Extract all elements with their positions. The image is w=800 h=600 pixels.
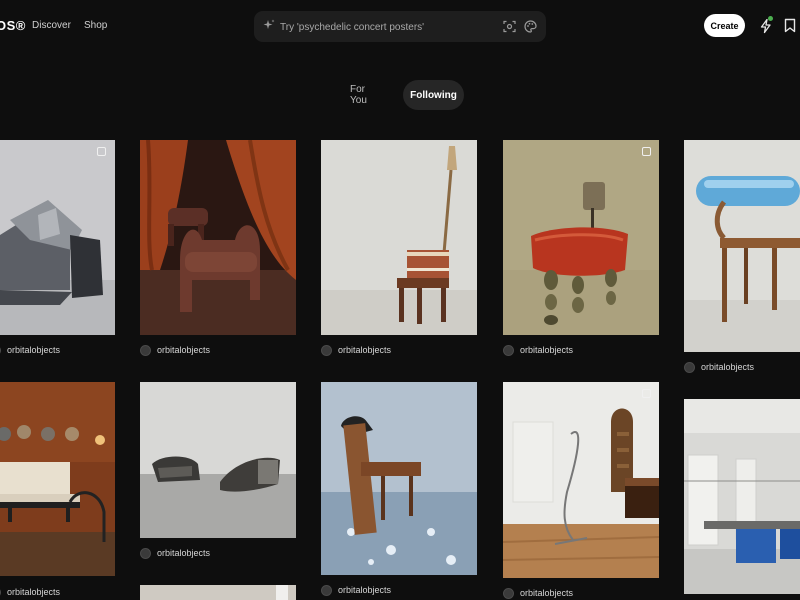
feed-card[interactable]: orbitalobjects — [321, 382, 477, 600]
top-bar: OS® Discover Shop Create — [0, 0, 800, 52]
palette-icon[interactable] — [524, 20, 537, 33]
feed-tabs: For You Following — [0, 80, 800, 110]
avatar — [321, 344, 332, 356]
search-input[interactable] — [278, 17, 492, 37]
card-author[interactable]: orbitalobjects — [140, 546, 210, 560]
author-name: orbitalobjects — [520, 588, 574, 598]
author-name: orbitalobjects — [701, 362, 755, 372]
activity-button[interactable] — [758, 16, 774, 34]
author-name: orbitalobjects — [7, 587, 61, 597]
card-author[interactable]: orbitalobjects — [0, 585, 60, 599]
card-author[interactable]: orbitalobjects — [321, 343, 391, 357]
author-name: orbitalobjects — [7, 345, 61, 355]
tab-for-you[interactable]: For You — [340, 80, 392, 110]
bookmark-icon[interactable] — [784, 18, 796, 33]
card-image[interactable] — [503, 140, 659, 335]
author-name: orbitalobjects — [157, 548, 211, 558]
card-image[interactable] — [140, 382, 296, 538]
card-image[interactable] — [140, 140, 296, 335]
camera-search-icon[interactable] — [503, 20, 516, 33]
card-image[interactable] — [503, 382, 659, 578]
logo[interactable]: OS® — [0, 18, 26, 33]
card-image[interactable] — [321, 140, 477, 335]
card-author[interactable]: orbitalobjects — [503, 586, 573, 600]
sparkle-icon — [263, 19, 275, 29]
tab-following[interactable]: Following — [403, 80, 464, 110]
feed-card[interactable]: orbitalobjects — [140, 140, 296, 365]
card-author[interactable]: orbitalobjects — [503, 343, 573, 357]
avatar — [140, 547, 151, 559]
feed-card[interactable] — [684, 399, 800, 594]
avatar — [140, 344, 151, 356]
card-author[interactable]: orbitalobjects — [684, 360, 754, 374]
feed-card[interactable]: orbitalobjects — [0, 140, 115, 365]
notification-dot — [768, 16, 773, 21]
feed-card[interactable]: orbitalobjects — [321, 140, 477, 365]
nav-discover[interactable]: Discover — [32, 20, 71, 31]
avatar — [503, 344, 514, 356]
feed-card[interactable]: orbitalobjects — [503, 382, 659, 600]
avatar — [0, 586, 1, 598]
author-name: orbitalobjects — [520, 345, 574, 355]
card-image[interactable] — [684, 140, 800, 352]
card-image[interactable] — [321, 382, 477, 575]
author-name: orbitalobjects — [338, 345, 392, 355]
avatar — [503, 587, 514, 599]
nav-shop[interactable]: Shop — [84, 20, 107, 31]
card-author[interactable]: orbitalobjects — [140, 343, 210, 357]
search-bar[interactable] — [254, 11, 546, 42]
feed-card[interactable]: orbitalobjects — [0, 382, 115, 600]
avatar — [321, 584, 332, 596]
author-name: orbitalobjects — [338, 585, 392, 595]
feed-card-partial[interactable] — [140, 585, 296, 600]
card-image[interactable] — [0, 382, 115, 576]
card-image[interactable] — [684, 399, 800, 594]
multi-image-icon — [642, 147, 651, 156]
feed-card[interactable]: orbitalobjects — [503, 140, 659, 365]
avatar — [684, 361, 695, 373]
avatar — [0, 344, 1, 356]
author-name: orbitalobjects — [157, 345, 211, 355]
card-author[interactable]: orbitalobjects — [321, 583, 391, 597]
card-image[interactable] — [0, 140, 115, 335]
multi-image-icon — [642, 389, 651, 398]
create-button[interactable]: Create — [704, 14, 745, 37]
feed-card[interactable]: orbitalobjects — [140, 382, 296, 568]
feed-card[interactable]: orbitalobjects — [684, 140, 800, 380]
multi-image-icon — [97, 147, 106, 156]
card-author[interactable]: orbitalobjects — [0, 343, 60, 357]
